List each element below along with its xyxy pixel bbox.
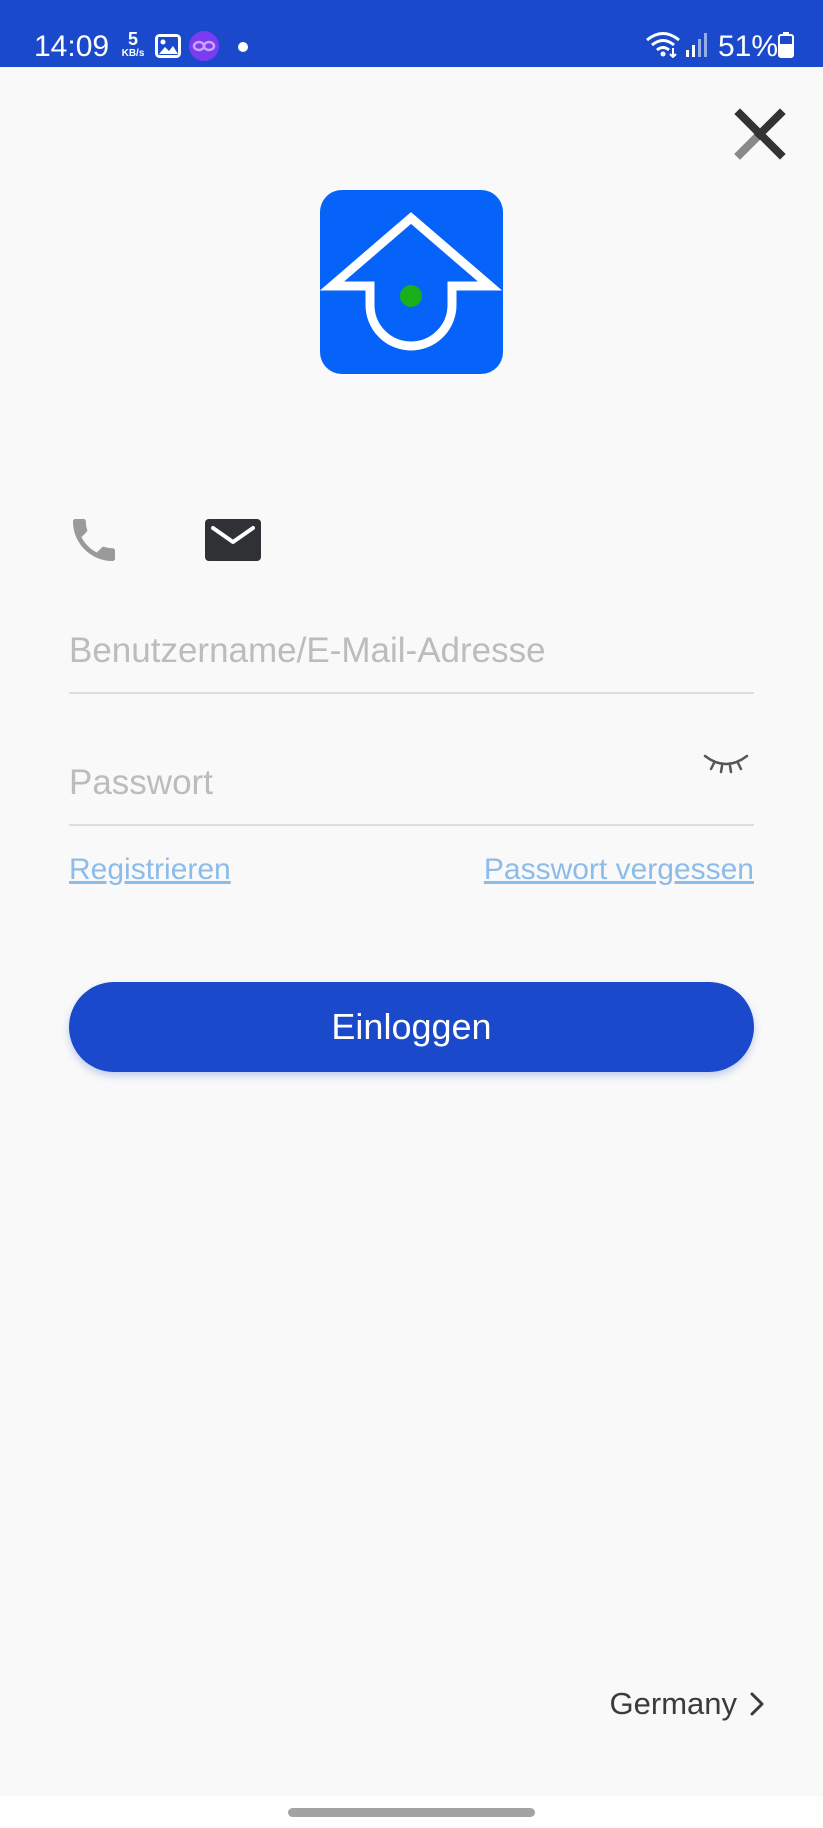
login-button[interactable]: Einloggen [69, 982, 754, 1072]
forgot-password-link[interactable]: Passwort vergessen [484, 850, 754, 890]
home-indicator[interactable] [288, 1808, 535, 1817]
wifi-icon [646, 32, 680, 58]
status-bar: 14:09 5 KB/s 51% [0, 0, 823, 67]
register-link[interactable]: Registrieren [69, 850, 231, 890]
eye-closed-icon[interactable] [702, 748, 750, 778]
home-arrow-logo-icon [320, 212, 503, 351]
username-field [69, 610, 754, 694]
app-logo [320, 190, 503, 374]
battery-level: 51% [718, 30, 779, 63]
password-field [69, 742, 754, 826]
network-speed-value: 5 [127, 29, 138, 49]
tab-email-login[interactable] [204, 518, 262, 562]
region-selector[interactable]: Germany [610, 1684, 765, 1724]
network-speed: 5 KB/s [117, 30, 149, 59]
username-input[interactable] [69, 610, 754, 692]
gallery-notification-icon [155, 34, 181, 58]
network-speed-unit: KB/s [121, 48, 145, 59]
battery-icon [778, 32, 794, 58]
chevron-right-icon [750, 1692, 764, 1716]
tab-phone-login[interactable] [66, 512, 122, 568]
region-label: Germany [609, 1686, 737, 1721]
signal-strength-icon [686, 33, 707, 57]
status-time: 14:09 [34, 30, 110, 63]
envelope-icon [205, 519, 261, 561]
app-notification-icon [189, 31, 219, 61]
close-button[interactable] [732, 106, 788, 162]
password-input[interactable] [69, 742, 669, 824]
more-notifications-dot-icon [238, 42, 248, 52]
close-icon [734, 108, 786, 160]
phone-icon [73, 519, 115, 561]
